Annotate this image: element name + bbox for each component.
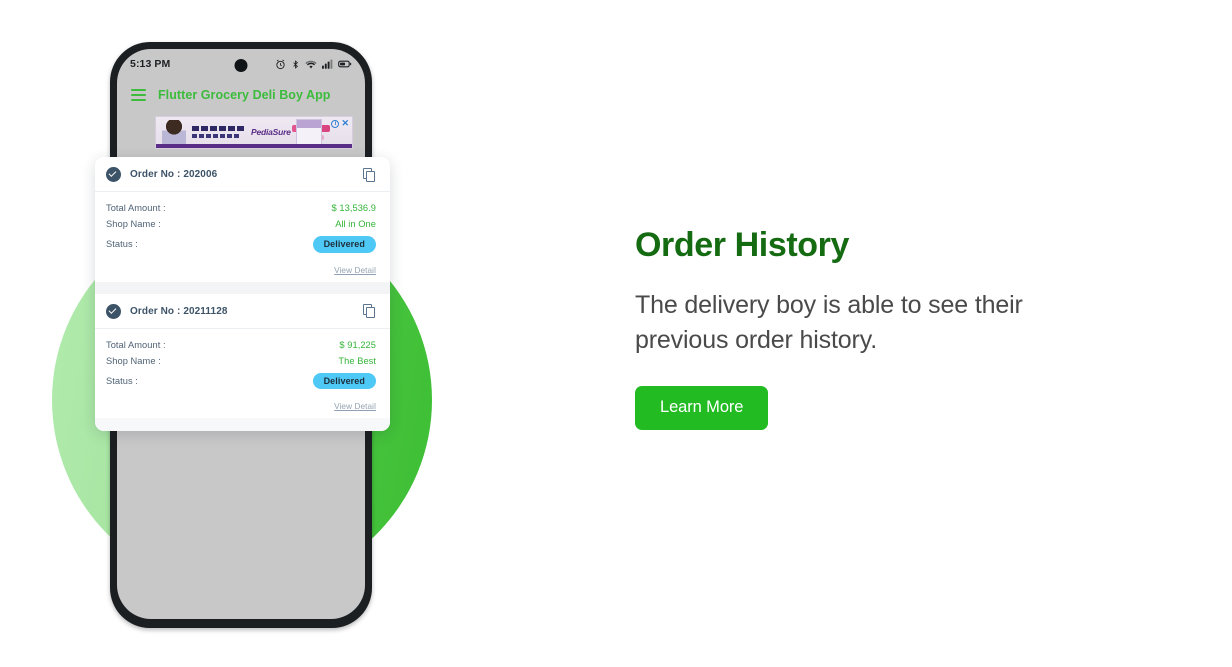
ad-brand-label: PediaSure bbox=[251, 127, 291, 137]
ad-info-icon[interactable]: i bbox=[331, 119, 340, 128]
order-card-header: Order No : 202006 bbox=[95, 157, 390, 191]
verified-check-icon bbox=[106, 303, 121, 319]
status-badge: Delivered bbox=[312, 372, 376, 389]
total-amount-label: Total Amount : bbox=[106, 203, 166, 213]
view-detail-link[interactable]: View Detail bbox=[334, 402, 376, 411]
page-root: 5:13 PM Flutter Grocery Deli Boy App Ped… bbox=[0, 0, 1232, 667]
hamburger-menu-icon[interactable] bbox=[131, 89, 146, 101]
order-row-total: Total Amount : $ 13,536.9 bbox=[106, 200, 376, 216]
ad-controls[interactable]: i ✕ bbox=[331, 119, 349, 128]
shop-name-value: All in One bbox=[335, 219, 376, 229]
ad-product-image bbox=[296, 119, 322, 147]
total-amount-value: $ 13,536.9 bbox=[331, 203, 376, 213]
order-card-header: Order No : 20211128 bbox=[95, 294, 390, 328]
learn-more-button[interactable]: Learn More bbox=[635, 385, 769, 430]
verified-check-icon bbox=[106, 167, 121, 182]
view-detail-row: View Detail bbox=[95, 261, 390, 282]
order-number: Order No : 20211128 bbox=[130, 305, 228, 317]
view-detail-row: View Detail bbox=[95, 397, 390, 418]
order-card[interactable]: Order No : 202006 Total Amount : $ 13,53… bbox=[95, 157, 390, 282]
status-label: Status : bbox=[106, 239, 138, 250]
order-card-body: Total Amount : $ 13,536.9 Shop Name : Al… bbox=[95, 192, 390, 261]
feature-copy-block: Order History The delivery boy is able t… bbox=[635, 226, 1105, 430]
order-number: Order No : 202006 bbox=[130, 169, 218, 180]
card-separator bbox=[95, 281, 390, 294]
alarm-icon bbox=[275, 59, 286, 70]
battery-icon bbox=[338, 59, 352, 69]
shop-name-label: Shop Name : bbox=[106, 355, 161, 366]
order-card-body: Total Amount : $ 91,225 Shop Name : The … bbox=[95, 329, 390, 398]
wifi-icon bbox=[305, 59, 317, 70]
bluetooth-icon bbox=[291, 59, 300, 70]
order-row-shop: Shop Name : All in One bbox=[106, 216, 376, 232]
feature-description: The delivery boy is able to see their pr… bbox=[635, 290, 1023, 354]
order-row-total: Total Amount : $ 91,225 bbox=[106, 337, 376, 353]
ad-close-icon[interactable]: ✕ bbox=[341, 119, 349, 128]
status-bar-icons bbox=[275, 59, 352, 70]
status-badge: Delivered bbox=[312, 236, 376, 253]
order-row-shop: Shop Name : The Best bbox=[106, 353, 376, 369]
status-bar: 5:13 PM bbox=[117, 49, 365, 79]
ad-image bbox=[162, 120, 186, 145]
total-amount-label: Total Amount : bbox=[106, 339, 166, 350]
order-history-panel: Order No : 202006 Total Amount : $ 13,53… bbox=[95, 157, 390, 431]
ad-headline-graphic bbox=[192, 126, 246, 131]
order-row-status: Status : Delivered bbox=[106, 372, 376, 391]
signal-icon bbox=[322, 59, 333, 69]
shop-name-label: Shop Name : bbox=[106, 219, 161, 229]
copy-icon[interactable] bbox=[363, 167, 376, 182]
status-bar-time: 5:13 PM bbox=[130, 58, 171, 70]
status-label: Status : bbox=[106, 375, 138, 386]
app-title: Flutter Grocery Deli Boy App bbox=[158, 88, 331, 102]
ad-subline-graphic bbox=[192, 134, 240, 138]
copy-icon[interactable] bbox=[363, 304, 376, 318]
panel-footer bbox=[95, 418, 390, 431]
shop-name-value: The Best bbox=[338, 355, 376, 366]
view-detail-link[interactable]: View Detail bbox=[334, 266, 376, 275]
order-card[interactable]: Order No : 20211128 Total Amount : $ 91,… bbox=[95, 293, 390, 418]
ad-bottom-bar bbox=[156, 144, 352, 148]
app-bar: Flutter Grocery Deli Boy App bbox=[117, 79, 365, 111]
ad-banner[interactable]: PediaSure i ✕ bbox=[155, 116, 353, 149]
total-amount-value: $ 91,225 bbox=[339, 339, 376, 350]
order-row-status: Status : Delivered bbox=[106, 235, 376, 254]
page-title: Order History bbox=[635, 226, 849, 264]
